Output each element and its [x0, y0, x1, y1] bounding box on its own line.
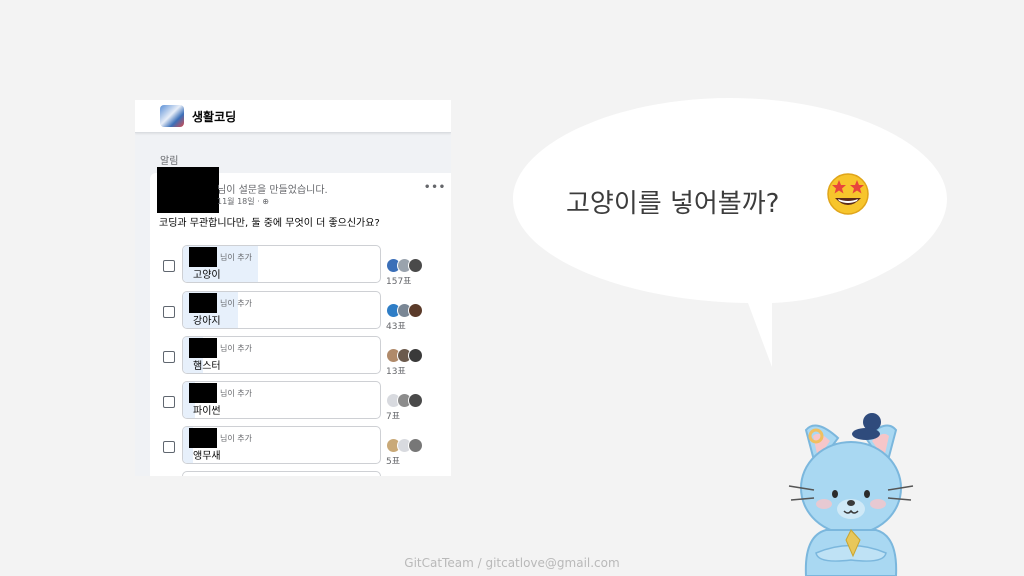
option-added-by: 님이 추가: [220, 389, 252, 398]
notice-label: 알림: [160, 156, 179, 167]
cat-mascot: [788, 413, 914, 576]
redacted-name: [189, 293, 217, 313]
voter-avatar: [408, 258, 423, 273]
redacted-name: [189, 428, 217, 448]
group-name[interactable]: 생활코딩: [192, 108, 236, 125]
poll-option[interactable]: 님이 추가 강아지: [182, 291, 381, 329]
bubble-text: 고양이를 넣어볼까?: [566, 189, 780, 219]
redacted-name: [189, 383, 217, 403]
voter-avatar: [408, 438, 423, 453]
voter-avatar: [408, 393, 423, 408]
star-struck-emoji-icon: [827, 173, 869, 215]
option-added-by: 님이 추가: [220, 299, 252, 308]
poll-option[interactable]: 님이 추가 햄스터: [182, 336, 381, 374]
group-avatar-icon[interactable]: [160, 105, 184, 127]
voter-avatars[interactable]: [386, 348, 436, 363]
poll-screenshot: 생활코딩 알림 님이 설문을 만들었습니다. 11월 18일 · ⊕ ••• 코…: [135, 100, 451, 476]
group-header: 생활코딩: [135, 100, 451, 133]
voter-avatars[interactable]: [386, 393, 436, 408]
option-added-by: 님이 추가: [220, 344, 252, 353]
poll-option[interactable]: 님이 추가 파이썬: [182, 381, 381, 419]
poll-question: 코딩과 무관합니다만, 둘 중에 무엇이 더 좋으신가요?: [159, 218, 380, 229]
option-added-by: 님이 추가: [220, 253, 252, 262]
vote-count[interactable]: 5표: [386, 454, 400, 467]
poll-checkbox[interactable]: [163, 441, 175, 453]
poll-option-partial: [182, 471, 381, 476]
voter-avatar: [408, 303, 423, 318]
poll-checkbox[interactable]: [163, 396, 175, 408]
poll-checkbox[interactable]: [163, 351, 175, 363]
voter-avatars[interactable]: [386, 303, 436, 318]
poll-option-label: 앵무새: [193, 451, 221, 462]
poll-option-label: 고양이: [193, 270, 221, 281]
vote-count[interactable]: 157표: [386, 274, 411, 287]
redacted-name: [189, 247, 217, 267]
poll-option-label: 햄스터: [193, 361, 221, 372]
poll-option[interactable]: 님이 추가 고양이: [182, 245, 381, 283]
speech-bubble: [513, 98, 947, 367]
poll-checkbox[interactable]: [163, 306, 175, 318]
vote-count[interactable]: 7표: [386, 409, 400, 422]
vote-count[interactable]: 13표: [386, 364, 406, 377]
voter-avatar: [408, 348, 423, 363]
poll-checkbox[interactable]: [163, 260, 175, 272]
footer-credit: GitCatTeam / gitcatlove@gmail.com: [404, 556, 620, 570]
more-options-icon[interactable]: •••: [424, 182, 446, 193]
redacted-author-avatar: [157, 167, 219, 213]
poll-option-label: 강아지: [193, 316, 221, 327]
option-added-by: 님이 추가: [220, 434, 252, 443]
voter-avatars[interactable]: [386, 258, 436, 273]
poll-option-label: 파이썬: [193, 406, 221, 417]
speech-bubble-shape: [513, 98, 947, 367]
vote-count[interactable]: 43표: [386, 319, 406, 332]
voter-avatars[interactable]: [386, 438, 436, 453]
post-date: 11월 18일 · ⊕: [217, 197, 269, 206]
author-line: 님이 설문을 만들었습니다.: [217, 185, 328, 196]
poll-option[interactable]: 님이 추가 앵무새: [182, 426, 381, 464]
redacted-name: [189, 338, 217, 358]
